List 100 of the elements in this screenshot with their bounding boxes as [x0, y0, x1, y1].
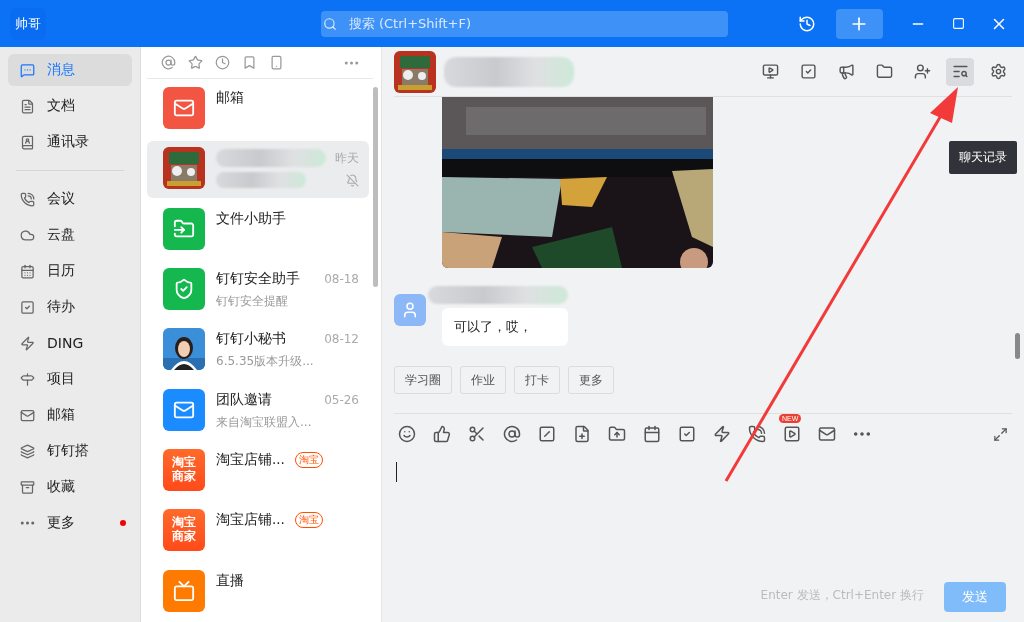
star-icon[interactable] [188, 55, 203, 70]
lightning-icon [713, 425, 731, 443]
input-tool-button[interactable] [538, 425, 556, 443]
app-icon [173, 278, 195, 300]
conversation-item[interactable]: 淘宝商家 淘宝店铺... 淘宝 [147, 503, 369, 560]
file-plus-icon [573, 425, 591, 443]
conversation-item[interactable]: 淘宝商家 淘宝店铺... 淘宝 [147, 443, 369, 500]
conversation-name: 钉钉小秘书 [216, 330, 286, 349]
thumbs-up-icon [433, 425, 451, 443]
input-tool-button[interactable] [573, 425, 591, 443]
sidebar-item[interactable]: 文档 [8, 90, 132, 122]
quick-action-button[interactable]: 打卡 [514, 366, 560, 394]
user-avatar [394, 294, 426, 326]
input-tool-button[interactable] [398, 425, 416, 443]
text-cursor [396, 462, 397, 482]
sidebar-icon [20, 335, 35, 351]
add-button[interactable] [836, 8, 883, 39]
sidebar-icon [20, 191, 35, 207]
sidebar-item[interactable]: 更多 [8, 507, 132, 539]
sidebar-item[interactable]: 钉钉搭 [8, 435, 132, 467]
message-preview: 6.5.35版本升级... [216, 353, 314, 371]
input-tool-button[interactable] [853, 432, 871, 436]
sidebar-item[interactable]: 项目 [8, 363, 132, 395]
message-bubble: 可以了，哎， [442, 308, 568, 346]
maximize-icon [951, 17, 965, 30]
input-tool-button[interactable] [433, 425, 451, 443]
sidebar-icon [20, 227, 35, 243]
calendar-icon [643, 425, 661, 443]
checkbox-icon [799, 63, 817, 80]
scrollbar[interactable] [373, 87, 378, 287]
sidebar-item[interactable]: 云盘 [8, 219, 132, 251]
toolbar-button[interactable] [946, 57, 974, 86]
sidebar-icon [20, 62, 35, 78]
folder-upload-icon [608, 425, 626, 443]
conversation-item[interactable]: 团队邀请 05-26 来自淘宝联盟入... [147, 382, 369, 439]
quick-action-button[interactable]: 更多 [568, 366, 614, 394]
conversation-item[interactable]: 邮箱 [147, 81, 369, 138]
smiley-icon [398, 425, 416, 443]
conversation-item[interactable]: 直播 [147, 563, 369, 620]
shop-logo: 淘宝商家 [163, 449, 205, 491]
sidebar-item[interactable]: 会议 [8, 183, 132, 215]
search-field[interactable]: 搜索 (Ctrl+Shift+F) [320, 10, 728, 37]
sidebar-item[interactable]: 收藏 [8, 471, 132, 503]
conversation-time: 昨天 [335, 149, 359, 167]
add-user-icon [913, 63, 931, 80]
shop-logo: 淘宝商家 [163, 509, 205, 552]
app-icon [173, 579, 195, 602]
sidebar-item[interactable]: 邮箱 [8, 399, 132, 431]
conversation-time: 08-18 [324, 272, 359, 286]
more-icon [853, 432, 871, 436]
input-tool-button[interactable] [608, 425, 626, 443]
video-icon [761, 63, 779, 80]
settings-icon [989, 63, 1007, 80]
user-name[interactable]: 帅哥 [10, 7, 46, 40]
text-search-icon [951, 63, 969, 80]
sidebar-item[interactable]: DING [8, 327, 132, 359]
more-icon [20, 521, 35, 525]
conversation-time: 05-26 [324, 392, 359, 407]
expand-icon [993, 426, 1008, 442]
sidebar-item[interactable]: 待办 [8, 291, 132, 323]
history-icon [798, 14, 816, 33]
conversation-name: 淘宝店铺... [216, 511, 285, 530]
conversation-name: 淘宝店铺... [216, 451, 285, 469]
sidebar-icon [20, 263, 35, 279]
input-tool-button[interactable] [748, 425, 766, 443]
clock-icon[interactable] [215, 55, 230, 70]
scrollbar[interactable] [1015, 333, 1020, 359]
more-icon[interactable] [344, 60, 359, 65]
bookmark-icon[interactable] [242, 55, 257, 70]
conversation-item[interactable]: 文件小助手 [147, 201, 369, 258]
expand-button[interactable] [993, 426, 1008, 442]
tooltip: 聊天记录 [949, 141, 1017, 174]
checkbox-icon [678, 425, 696, 443]
sidebar-item[interactable]: 日历 [8, 255, 132, 287]
message-preview: 钉钉安全提醒 [216, 293, 288, 310]
app-icon [173, 217, 195, 240]
quick-action-button[interactable]: 作业 [460, 366, 506, 394]
sidebar-icon [20, 479, 35, 495]
input-tool-button[interactable] [468, 425, 486, 443]
conversation-name: 直播 [216, 571, 244, 590]
mention-icon[interactable] [161, 55, 176, 70]
quick-action-button[interactable]: 学习圈 [394, 366, 452, 394]
message-preview: 来自淘宝联盟入... [216, 413, 312, 431]
input-tool-button[interactable] [643, 425, 661, 443]
sidebar-icon [20, 407, 35, 423]
play-icon [783, 425, 801, 443]
sidebar-item[interactable]: 通讯录 [8, 126, 132, 158]
sidebar-icon [20, 371, 35, 387]
input-tool-button[interactable] [713, 425, 731, 443]
input-tool-button[interactable] [818, 425, 836, 443]
phone-icon[interactable] [269, 55, 284, 70]
input-tool-button[interactable] [503, 425, 521, 443]
sidebar-icon [20, 98, 35, 114]
input-tool-button[interactable] [678, 425, 696, 443]
conversation-item[interactable]: 钉钉安全助手 08-18 钉钉安全提醒 [147, 262, 369, 319]
conversation-item[interactable]: 钉钉小秘书 08-12 6.5.35版本升级... [147, 322, 369, 379]
megaphone-icon [837, 63, 855, 80]
conversation-name: 文件小助手 [216, 209, 286, 228]
phone-icon [748, 425, 766, 443]
sidebar-icon [20, 299, 35, 315]
